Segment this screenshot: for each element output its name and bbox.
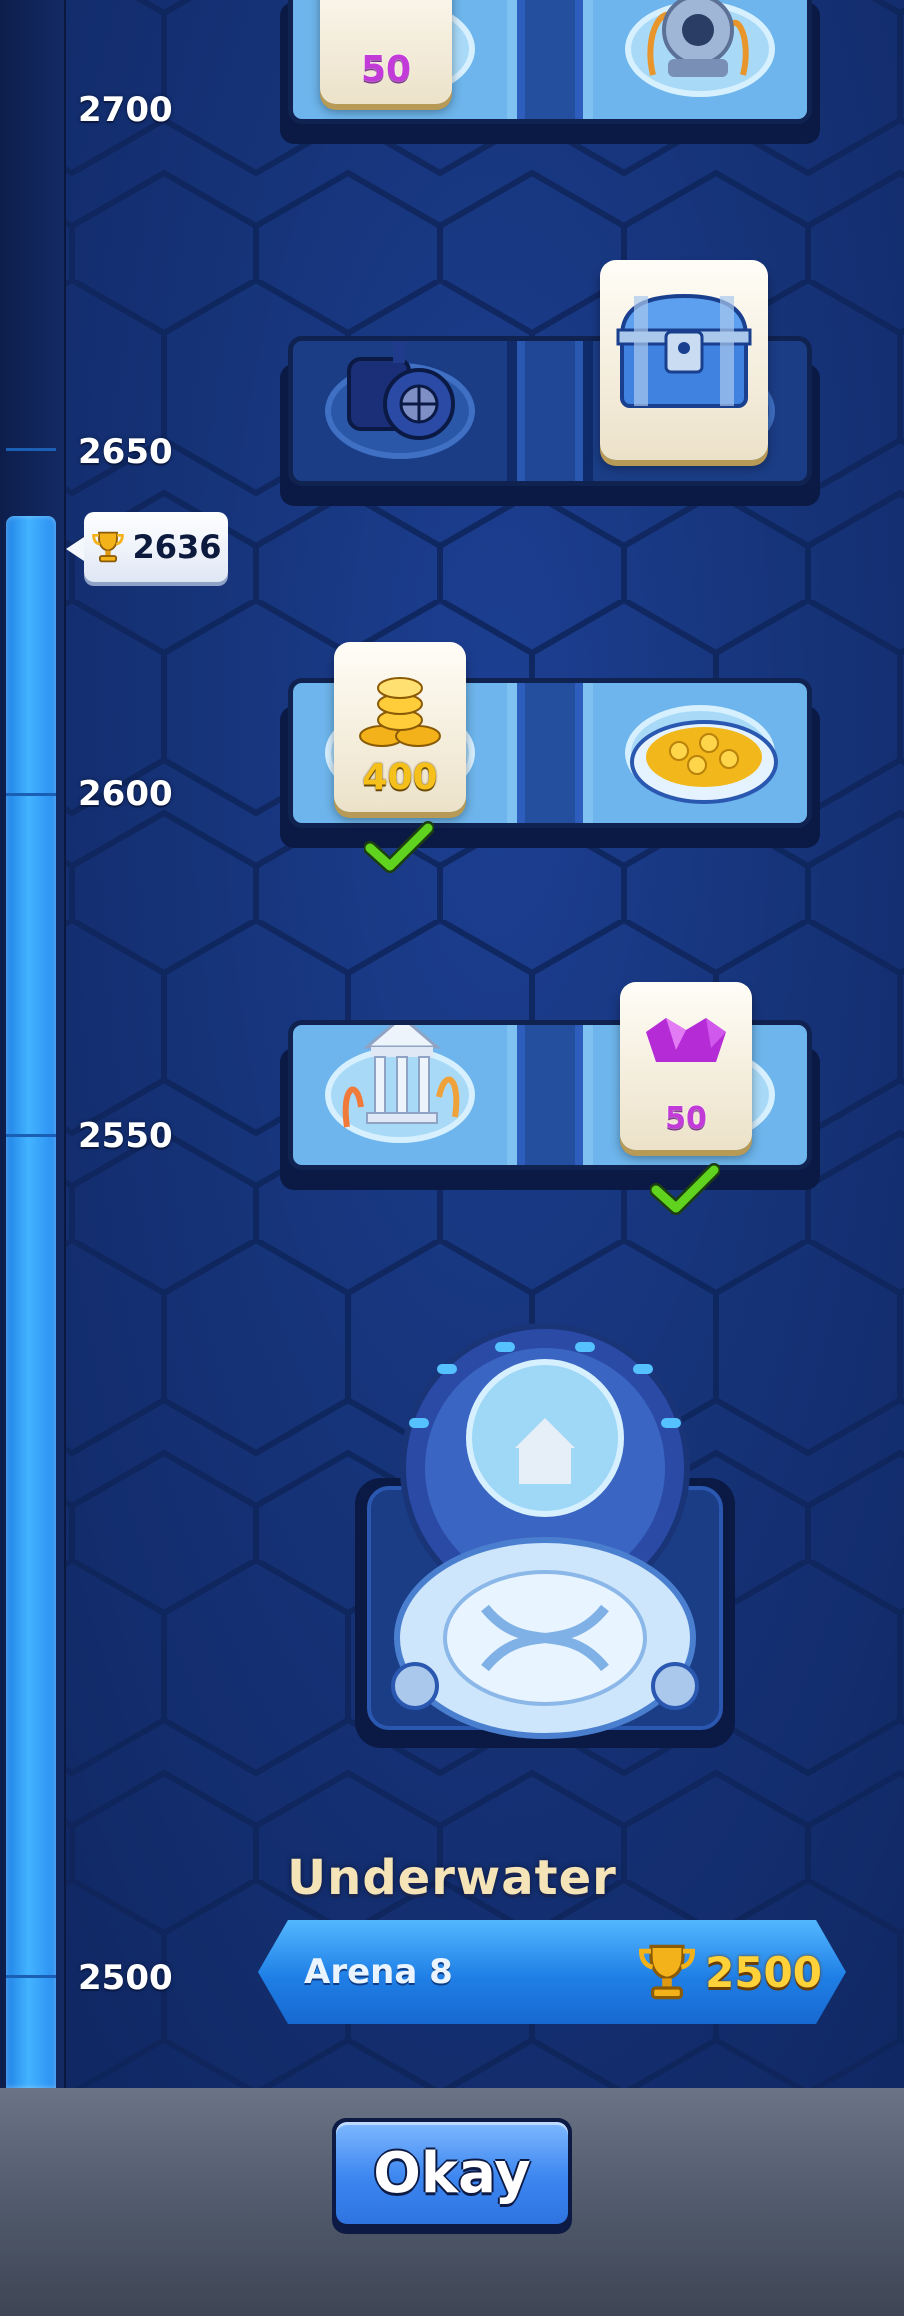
submarine-hatch-icon (347, 341, 455, 440)
tray-divider (507, 0, 593, 119)
reward-row-2550: 50 (280, 982, 820, 1215)
decor-slot (593, 683, 807, 823)
gold-coins-icon (359, 677, 441, 747)
milestone-label: 2550 (78, 1116, 173, 1156)
decor-slot (293, 1025, 507, 1165)
tray-divider (507, 683, 593, 823)
trophy-icon (639, 1944, 696, 2000)
temple-ruin-icon (342, 1025, 460, 1128)
reward-row-2600: 400 (280, 642, 820, 873)
current-trophies-value: 2636 (132, 528, 222, 566)
decor-slot (293, 341, 507, 481)
reward-amount: 50 (360, 49, 412, 90)
arena-requirement: 2500 (635, 1940, 822, 2004)
milestone-label: 2700 (78, 90, 173, 130)
arena-name: Underwater (287, 1850, 617, 1906)
reward-row-2650 (280, 260, 820, 506)
reward-amount: 50 (665, 1101, 707, 1136)
reward-card[interactable]: 400 (334, 642, 466, 812)
track-tick (6, 1975, 56, 1978)
trophy-icon (92, 531, 125, 563)
reward-card[interactable]: 50 (620, 982, 752, 1150)
reward-amount: 400 (362, 757, 438, 798)
track-tick (6, 793, 56, 796)
tray-divider (507, 341, 593, 481)
coin-plate-icon (630, 720, 778, 804)
milestone-label: 2600 (78, 774, 173, 814)
track-tick (6, 1134, 56, 1137)
progress-track (0, 0, 66, 2088)
arena-label: Arena 8 (304, 1952, 453, 1992)
gem-pile-icon (336, 0, 436, 14)
milestone-label: 2650 (78, 432, 173, 472)
reward-card[interactable] (600, 260, 768, 460)
milestone-label: 2500 (78, 1958, 173, 1998)
checkmark-icon (650, 1163, 720, 1215)
arena-required-trophies: 2500 (705, 1947, 822, 1997)
track-tick (6, 448, 56, 451)
okay-button-label: Okay (373, 2140, 531, 2206)
arena-banner: Arena 8 2500 (258, 1920, 846, 2024)
okay-button-face: Okay (336, 2122, 568, 2224)
reward-card[interactable]: 50 (320, 0, 452, 104)
current-trophies-marker: 2636 (66, 512, 228, 582)
arena-portal-icon (355, 1323, 735, 1748)
diving-helmet-icon (647, 0, 749, 77)
okay-button[interactable]: Okay (332, 2118, 572, 2234)
tray-divider (507, 1025, 593, 1165)
reward-row-2700: 50 (280, 0, 820, 144)
gem-pile-icon (646, 1018, 726, 1062)
checkmark-icon (364, 821, 434, 873)
treasure-chest-icon (616, 293, 752, 408)
decor-slot (593, 0, 807, 119)
